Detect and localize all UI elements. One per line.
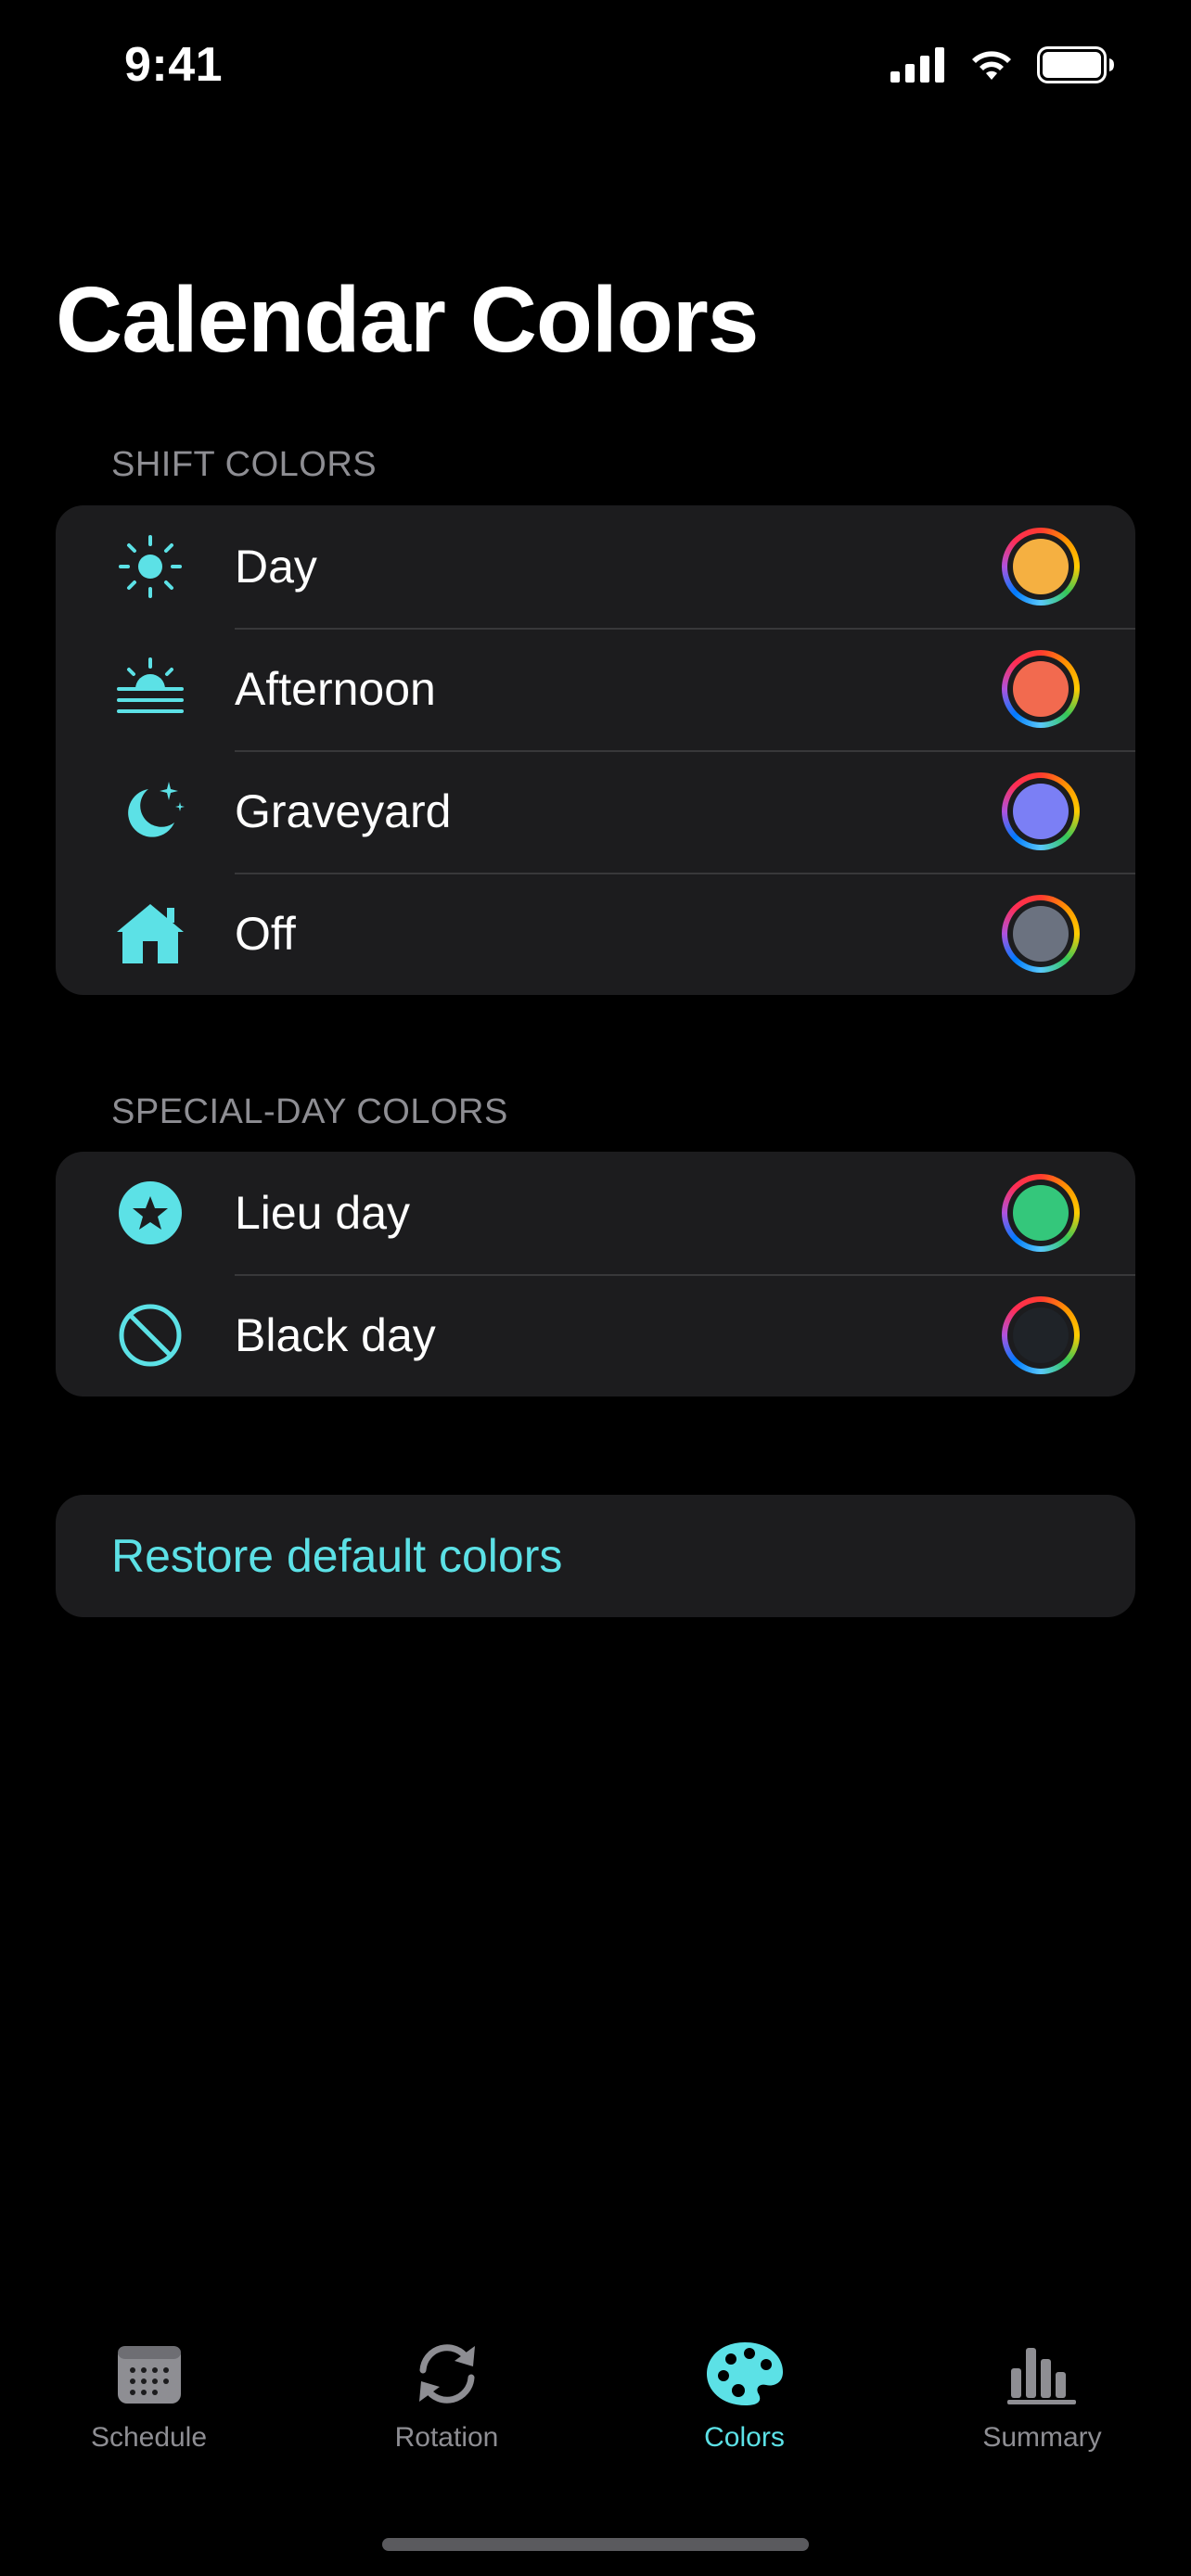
wifi-icon <box>972 51 1011 80</box>
shift-color-row-graveyard[interactable]: Graveyard <box>56 750 1135 873</box>
palette-icon <box>703 2337 787 2411</box>
color-swatch-afternoon[interactable] <box>1002 650 1080 728</box>
tab-label: Schedule <box>90 2422 208 2453</box>
color-swatch-off[interactable] <box>1002 895 1080 973</box>
swatch-fill <box>1013 906 1069 962</box>
sun-icon <box>111 528 189 606</box>
restore-default-colors-button[interactable]: Restore default colors <box>56 1495 1135 1617</box>
moon-stars-icon <box>111 772 189 850</box>
swatch-fill <box>1013 539 1069 594</box>
cellular-signal-icon <box>890 47 944 83</box>
shift-color-row-off[interactable]: Off <box>56 873 1135 995</box>
battery-icon <box>1037 46 1114 83</box>
row-label: Day <box>235 541 317 593</box>
tab-bar: Schedule Rotation Colors Summary <box>0 2337 1191 2485</box>
shift-color-row-day[interactable]: Day <box>56 505 1135 628</box>
special-day-row-lieu-day[interactable]: Lieu day <box>56 1152 1135 1274</box>
tab-rotation[interactable]: Rotation <box>298 2337 596 2485</box>
tab-label: Rotation <box>394 2422 499 2453</box>
prohibited-icon <box>111 1296 189 1374</box>
swatch-fill <box>1013 1307 1069 1363</box>
tab-label: Summary <box>982 2422 1102 2453</box>
shift-color-row-afternoon[interactable]: Afternoon <box>56 628 1135 750</box>
shift-colors-group: Day Afternoon Graveyard Off <box>56 505 1135 995</box>
special-day-colors-group: Lieu day Black day <box>56 1152 1135 1396</box>
home-indicator <box>382 2538 809 2551</box>
restore-label: Restore default colors <box>111 1530 563 1582</box>
color-swatch-lieu-day[interactable] <box>1002 1174 1080 1252</box>
tab-summary[interactable]: Summary <box>893 2337 1191 2485</box>
status-icons <box>890 46 1115 83</box>
row-label: Off <box>235 908 296 960</box>
section-header-special-day-colors: SPECIAL-DAY COLORS <box>111 1092 508 1131</box>
sunset-icon <box>111 650 189 728</box>
color-swatch-day[interactable] <box>1002 528 1080 606</box>
calendar-icon <box>108 2337 191 2411</box>
status-time: 9:41 <box>124 38 224 92</box>
tab-colors[interactable]: Colors <box>596 2337 893 2485</box>
swatch-fill <box>1013 661 1069 717</box>
row-label: Afternoon <box>235 663 436 715</box>
page-title: Calendar Colors <box>56 268 759 372</box>
row-label: Black day <box>235 1309 436 1361</box>
bar-chart-icon <box>1001 2337 1084 2411</box>
row-label: Lieu day <box>235 1187 411 1239</box>
row-label: Graveyard <box>235 785 452 837</box>
special-day-row-black-day[interactable]: Black day <box>56 1274 1135 1396</box>
tab-label: Colors <box>704 2422 785 2453</box>
house-icon <box>111 895 189 973</box>
tab-schedule[interactable]: Schedule <box>0 2337 298 2485</box>
swatch-fill <box>1013 784 1069 839</box>
section-header-shift-colors: SHIFT COLORS <box>111 445 378 484</box>
color-swatch-graveyard[interactable] <box>1002 772 1080 850</box>
color-swatch-black-day[interactable] <box>1002 1296 1080 1374</box>
swatch-fill <box>1013 1185 1069 1241</box>
status-bar: 9:41 <box>0 0 1191 139</box>
star-circle-icon <box>111 1174 189 1252</box>
arrows-cycle-icon <box>405 2337 489 2411</box>
